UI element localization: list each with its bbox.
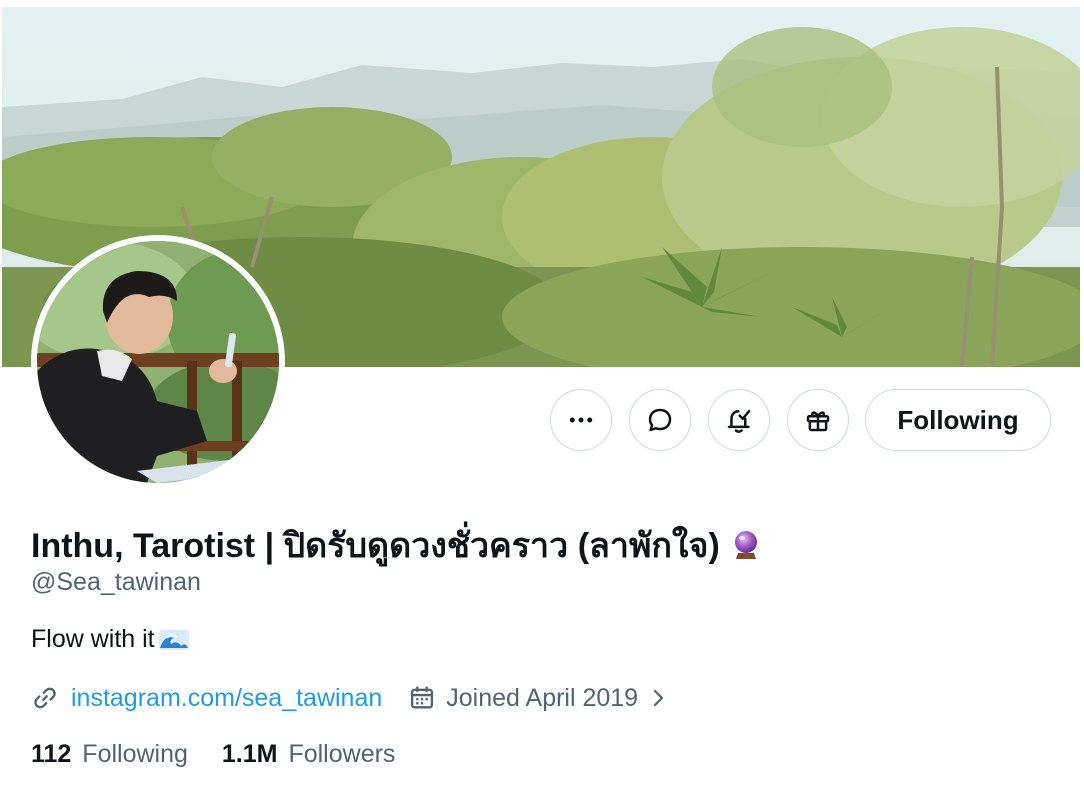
- profile-stats: 112 Following 1.1M Followers: [31, 740, 429, 769]
- link-icon: [34, 687, 56, 709]
- avatar-photo: [37, 241, 279, 483]
- display-name-row: Inthu, Tarotist | ปิดรับดูดวงชั่วคราว (ล…: [31, 518, 762, 572]
- message-icon: [648, 408, 672, 432]
- display-name: Inthu, Tarotist | ปิดรับดูดวงชั่วคราว (ล…: [31, 527, 720, 565]
- joined-text: Joined April 2019: [446, 683, 639, 712]
- followers-count-link[interactable]: 1.1M Followers: [222, 740, 396, 769]
- followers-count: 1.1M: [221, 740, 278, 768]
- crystal-ball-icon: [734, 531, 757, 559]
- profile-handle: @Sea_tawinan: [31, 568, 201, 596]
- bio-text: Flow with it: [31, 625, 155, 653]
- joined-date[interactable]: Joined April 2019: [408, 684, 670, 713]
- following-button[interactable]: Following: [865, 389, 1051, 451]
- followers-label: Followers: [288, 740, 396, 768]
- gift-icon: [806, 411, 830, 432]
- water-wave-icon: [158, 629, 189, 650]
- notification-check-icon: [727, 410, 751, 433]
- profile-meta: instagram.com/sea_tawinan Joined April 2…: [31, 681, 670, 715]
- notification-button[interactable]: [708, 389, 770, 451]
- message-button[interactable]: [629, 389, 691, 451]
- more-button[interactable]: [550, 389, 612, 451]
- following-count-link[interactable]: 112 Following: [31, 740, 188, 769]
- following-label: Following: [82, 740, 188, 768]
- more-icon: [569, 417, 593, 423]
- chevron-right-icon: [653, 689, 664, 707]
- gift-button[interactable]: [787, 389, 849, 451]
- profile-bio: Flow with it: [31, 625, 189, 654]
- calendar-icon: [411, 686, 434, 709]
- website-link[interactable]: instagram.com/sea_tawinan: [31, 684, 382, 713]
- following-count: 112: [31, 740, 72, 768]
- avatar[interactable]: [31, 235, 285, 489]
- website-text: instagram.com/sea_tawinan: [71, 683, 383, 712]
